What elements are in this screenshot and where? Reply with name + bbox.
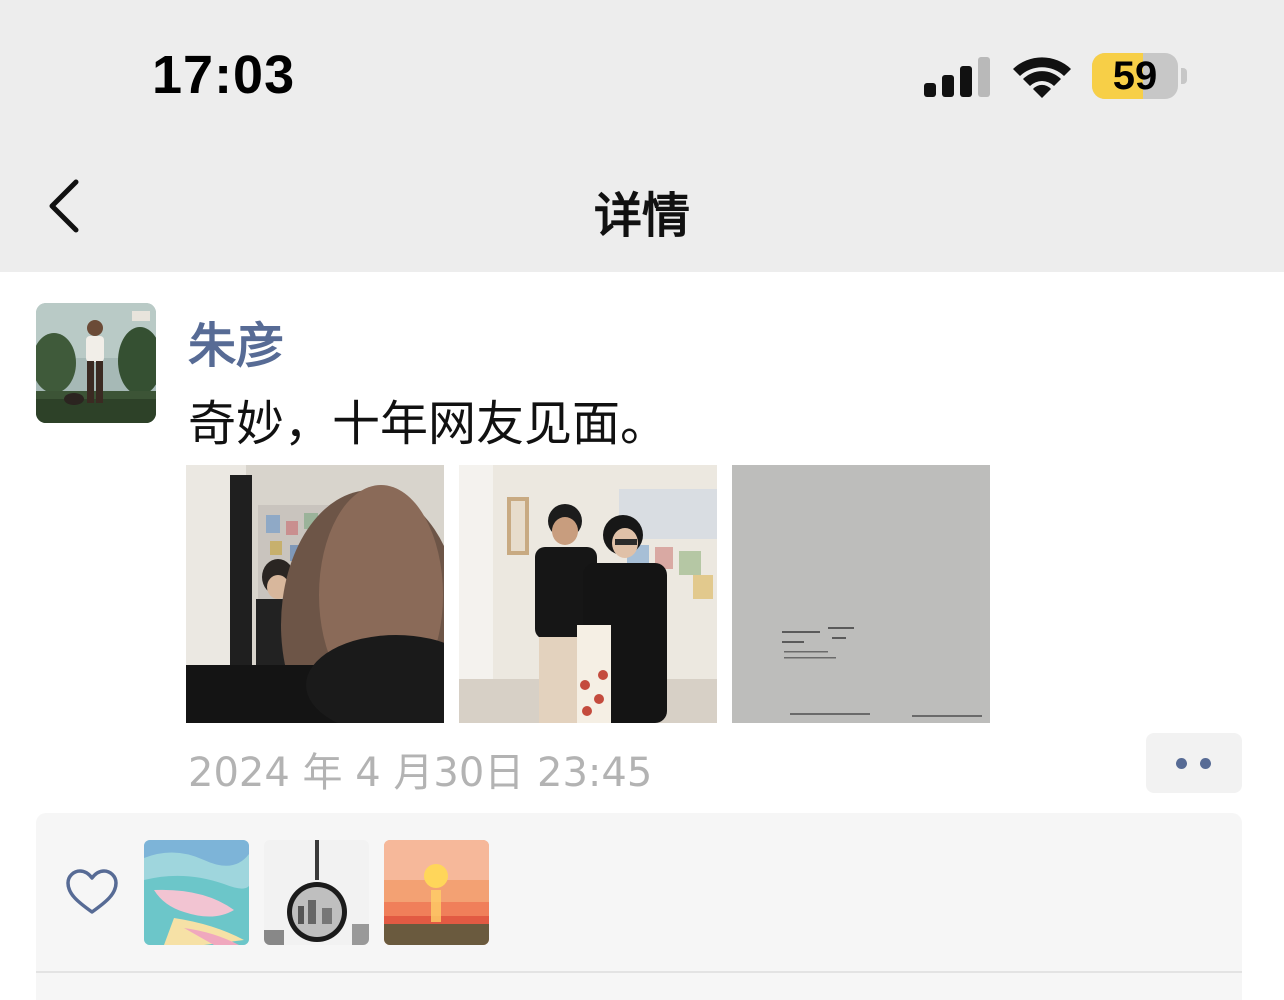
- liker-avatar-2-image: [264, 840, 369, 945]
- liker-avatar-1[interactable]: [144, 840, 249, 945]
- post-photo-1-image: [186, 465, 444, 723]
- battery-level: 59: [1112, 54, 1158, 98]
- post-timestamp: 2024 年 4 月30日 23:45: [188, 750, 653, 796]
- post-photo-2-image: [459, 465, 717, 723]
- post-photo-2[interactable]: [459, 465, 717, 723]
- post-photo-grid: [186, 465, 990, 723]
- post-text: 奇妙，十年网友见面。: [188, 396, 669, 452]
- signal-bar: [924, 83, 936, 97]
- panel-divider: [36, 971, 1242, 973]
- signal-bar: [978, 57, 990, 97]
- battery-body: 59: [1092, 53, 1178, 99]
- status-time: 17:03: [152, 45, 296, 105]
- post-photo-3-image: [732, 465, 990, 723]
- cellular-signal-icon: [924, 55, 992, 97]
- page-title: 详情: [593, 188, 690, 244]
- liker-avatar-2[interactable]: [264, 840, 369, 945]
- author-name[interactable]: 朱彦: [188, 306, 284, 376]
- author-avatar-image: [36, 303, 156, 423]
- author-avatar[interactable]: [36, 303, 156, 423]
- likes-panel: [36, 813, 1242, 1000]
- more-actions-button[interactable]: [1146, 733, 1242, 793]
- signal-bar: [960, 66, 972, 97]
- ellipsis-icon: [1176, 758, 1187, 769]
- liker-avatar-3[interactable]: [384, 840, 489, 945]
- wifi-icon: [1013, 57, 1071, 98]
- signal-bar: [942, 75, 954, 97]
- status-bar: 17:03 59: [0, 0, 1284, 140]
- liker-avatar-3-image: [384, 840, 489, 945]
- battery-nub: [1181, 68, 1187, 84]
- liker-avatar-1-image: [144, 840, 249, 945]
- ellipsis-icon-dot: [1200, 758, 1211, 769]
- navigation-bar: 详情: [0, 140, 1284, 272]
- post-photo-1[interactable]: [186, 465, 444, 723]
- heart-outline-icon: [66, 869, 118, 914]
- post-photo-3[interactable]: [732, 465, 990, 723]
- battery-icon: 59: [1092, 53, 1188, 99]
